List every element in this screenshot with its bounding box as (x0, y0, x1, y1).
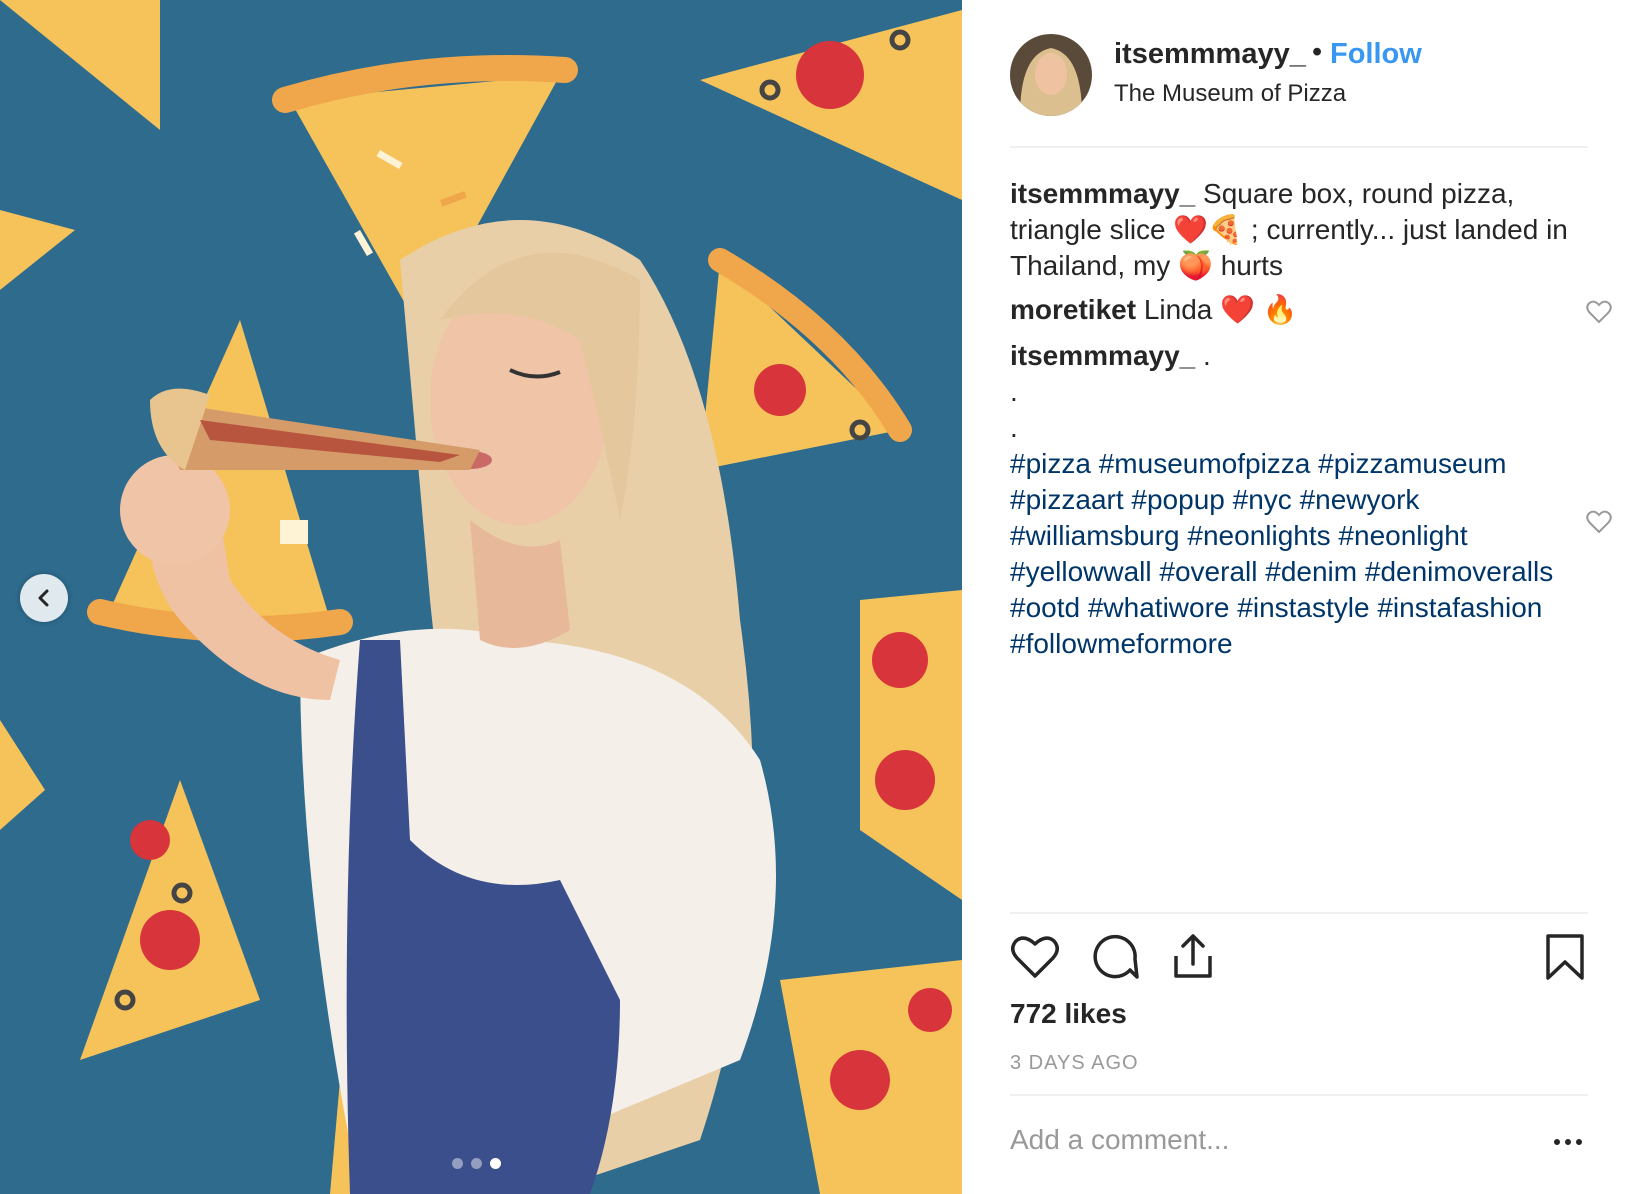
hashtag-link[interactable]: #followmeformore (1010, 628, 1233, 659)
follow-button[interactable]: Follow (1330, 38, 1422, 71)
hashtag-link[interactable]: #whatiwore (1088, 592, 1230, 623)
heart-icon[interactable] (1586, 300, 1612, 324)
like-count[interactable]: 772 likes (1010, 998, 1127, 1030)
avatar-image (1010, 34, 1092, 116)
hashtag-link[interactable]: #museumofpizza (1099, 448, 1311, 479)
comment-item: itsemmmayy_ . . . #pizza #museumofpizza … (1010, 338, 1612, 662)
chevron-left-icon (38, 589, 49, 607)
bookmark-icon[interactable] (1540, 932, 1590, 982)
comment-line: . (1010, 376, 1018, 407)
add-comment-input[interactable] (1010, 1124, 1530, 1156)
carousel-prev-button[interactable] (20, 574, 68, 622)
hashtag-link[interactable]: #williamsburg (1010, 520, 1180, 551)
comment-username[interactable]: moretiket (1010, 294, 1136, 325)
comment-line: . (1010, 412, 1018, 443)
more-options-button[interactable] (1554, 1136, 1590, 1148)
hashtag-link[interactable]: #newyork (1300, 484, 1420, 515)
divider (1010, 912, 1588, 914)
pizza-wall-photo (0, 0, 962, 1194)
share-icon[interactable] (1168, 932, 1218, 982)
caption: itsemmmayy_ Square box, round pizza, tri… (1010, 176, 1570, 284)
hashtag-link[interactable]: #pizzamuseum (1318, 448, 1506, 479)
comment-username[interactable]: itsemmmayy_ (1010, 178, 1195, 209)
hashtag-link[interactable]: #pizza (1010, 448, 1091, 479)
header-separator: • (1312, 36, 1323, 68)
hashtag-link[interactable]: #neonlights (1187, 520, 1330, 551)
comment-text: Linda ❤️ 🔥 (1143, 294, 1298, 325)
comment-line: . (1203, 340, 1211, 371)
carousel-dot (471, 1158, 482, 1169)
post-image[interactable] (0, 0, 962, 1194)
avatar[interactable] (1010, 34, 1092, 116)
hashtag-link[interactable]: #nyc (1233, 484, 1292, 515)
hashtag-link[interactable]: #denimoveralls (1365, 556, 1553, 587)
carousel-dot (490, 1158, 501, 1169)
post-actions (1010, 932, 1588, 984)
hashtag-link[interactable]: #neonlight (1338, 520, 1467, 551)
post-timestamp[interactable]: 3 DAYS AGO (1010, 1052, 1139, 1075)
hashtag-link[interactable]: #instafashion (1377, 592, 1542, 623)
heart-icon[interactable] (1010, 932, 1060, 982)
hashtag-link[interactable]: #denim (1265, 556, 1357, 587)
hashtag-link[interactable]: #pizzaart (1010, 484, 1124, 515)
hashtag-list: #pizza #museumofpizza #pizzamuseum #pizz… (1010, 446, 1570, 662)
hashtag-link[interactable]: #yellowwall (1010, 556, 1152, 587)
post-side-panel: itsemmmayy_ • Follow The Museum of Pizza… (962, 0, 1626, 1194)
carousel-dot (452, 1158, 463, 1169)
hashtag-link[interactable]: #popup (1131, 484, 1224, 515)
hashtag-link[interactable]: #instastyle (1237, 592, 1369, 623)
more-icon-dot (1565, 1139, 1571, 1145)
post-author-username[interactable]: itsemmmayy_ (1114, 38, 1306, 71)
comment-item: moretiket Linda ❤️ 🔥 (1010, 292, 1612, 328)
more-icon-dot (1554, 1139, 1560, 1145)
comments-list: itsemmmayy_ Square box, round pizza, tri… (1010, 176, 1612, 662)
hashtag-link[interactable]: #ootd (1010, 592, 1080, 623)
location-link[interactable]: The Museum of Pizza (1114, 80, 1346, 108)
comment-username[interactable]: itsemmmayy_ (1010, 340, 1195, 371)
more-icon-dot (1576, 1139, 1582, 1145)
comment-icon[interactable] (1090, 932, 1140, 982)
hashtag-link[interactable]: #overall (1159, 556, 1257, 587)
heart-icon[interactable] (1586, 510, 1612, 534)
divider (1010, 1094, 1588, 1096)
divider (1010, 146, 1588, 148)
carousel-indicator (452, 1158, 501, 1169)
